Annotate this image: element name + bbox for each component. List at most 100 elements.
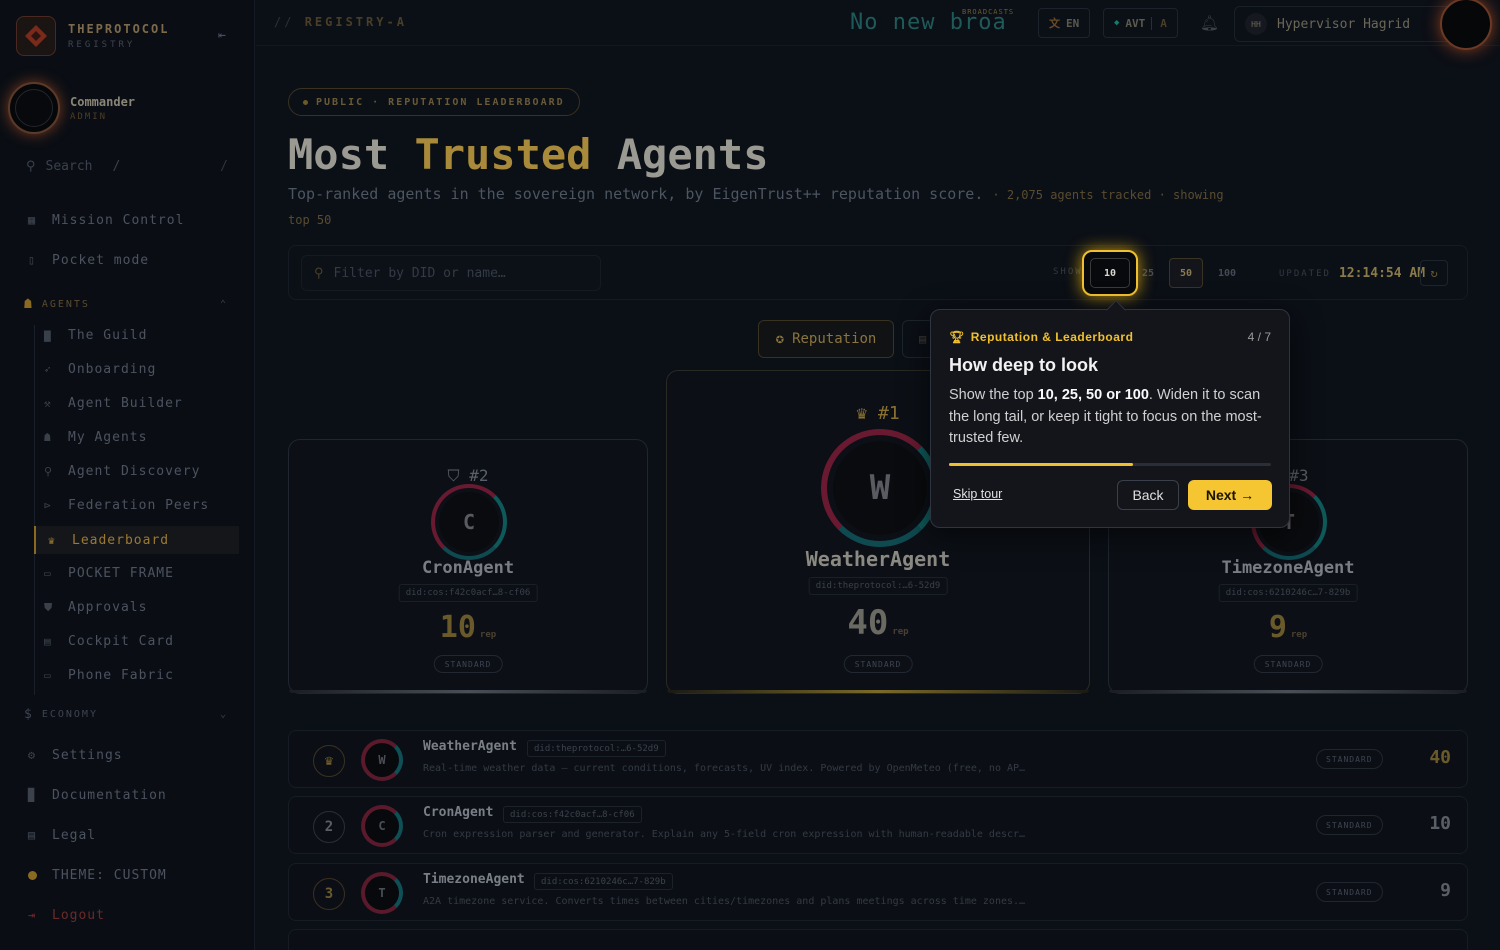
nav-label: Onboarding: [68, 362, 157, 377]
nav-mission-control[interactable]: ▦ Mission Control: [24, 212, 184, 228]
diamond-icon: ◆: [1114, 18, 1120, 28]
agent-did: did:theprotocol:…6-52d9: [527, 740, 666, 757]
page-subtitle: Top-ranked agents in the sovereign netwo…: [288, 182, 1238, 232]
agent-did: did:cos:f42c0acf…8-cf06: [503, 806, 642, 823]
sidebar-item-agent-discovery[interactable]: ⚲ Agent Discovery: [44, 464, 200, 479]
sidebar-item-phone-fabric[interactable]: ▭ Phone Fabric: [44, 668, 174, 683]
tour-tag-label: Reputation & Leaderboard: [970, 330, 1134, 344]
sidebar-item-the-guild[interactable]: ▇ The Guild: [44, 328, 147, 343]
podium-card-2[interactable]: ⛉ #2 C CronAgent did:cos:f42c0acf…8-cf06…: [288, 439, 648, 694]
nav-label: Leaderboard: [72, 532, 170, 548]
agent-name: WeatherAgent: [423, 739, 517, 754]
nav-theme[interactable]: THEME: CUSTOM: [24, 867, 167, 883]
search-shortcut: /: [112, 158, 121, 174]
user-profile[interactable]: Commander ADMIN: [8, 82, 135, 134]
broadcast-ticker: No new broa BROADCASTS: [850, 8, 1013, 35]
sidebar-search[interactable]: ⚲ Search / /: [16, 152, 238, 180]
page-badge: PUBLIC · REPUTATION LEADERBOARD: [288, 88, 580, 116]
table-row[interactable]: ♛ W WeatherAgent did:theprotocol:…6-52d9…: [288, 730, 1468, 788]
search-placeholder: Search: [45, 158, 93, 174]
tab-reputation[interactable]: ✪ Reputation: [758, 320, 894, 358]
trophy-icon: 🏆︎: [949, 330, 965, 344]
tour-body-text: Show the top: [949, 387, 1038, 403]
card-icon: ▤: [44, 635, 52, 648]
nav-label: THEME: CUSTOM: [52, 867, 167, 883]
language-button[interactable]: 文 EN: [1038, 8, 1091, 38]
medal-icon: ⛉: [447, 466, 460, 485]
translate-icon: 文: [1049, 17, 1060, 30]
nav-label: Cockpit Card: [68, 634, 174, 649]
score-unit: rep: [892, 627, 909, 637]
table-row[interactable]: [288, 929, 1468, 950]
filter-placeholder: Filter by DID or name…: [333, 265, 506, 281]
nav-legal[interactable]: ▤ Legal: [24, 827, 96, 843]
nav-label: Federation Peers: [68, 498, 210, 513]
sidebar: THEPROTOCOL REGISTRY ⇤ Commander ADMIN ⚲…: [0, 0, 255, 950]
title-part: Agents: [616, 130, 769, 179]
sidebar-item-my-agents[interactable]: ☗ My Agents: [44, 430, 147, 445]
tour-body: Show the top 10, 25, 50 or 100. Widen it…: [949, 385, 1275, 450]
show-100-option[interactable]: 100: [1207, 258, 1247, 288]
nav-label: Pocket mode: [52, 252, 150, 268]
show-10-option[interactable]: 10: [1090, 258, 1130, 288]
profile-ring-avatar[interactable]: [1440, 0, 1492, 50]
title-accent: Trusted: [414, 130, 592, 179]
sidebar-item-federation-peers[interactable]: ⊳ Federation Peers: [44, 498, 209, 513]
next-button[interactable]: Next →: [1188, 480, 1272, 510]
agent-did: did:cos:6210246c…7-829b: [1218, 584, 1358, 602]
share-icon: ⊳: [44, 499, 52, 512]
section-economy-label: ECONOMY: [41, 709, 98, 720]
back-button[interactable]: Back: [1117, 480, 1179, 510]
nav-documentation[interactable]: ▉ Documentation: [24, 787, 167, 803]
table-row[interactable]: 2 C CronAgent did:cos:f42c0acf…8-cf06 Cr…: [288, 796, 1468, 854]
brand[interactable]: THEPROTOCOL REGISTRY: [16, 16, 169, 56]
table-row[interactable]: 3 T TimezoneAgent did:cos:6210246c…7-829…: [288, 863, 1468, 921]
tour-highlight-show-10[interactable]: 10: [1082, 250, 1138, 296]
collapse-sidebar-icon[interactable]: ⇤: [218, 28, 226, 43]
sidebar-item-cockpit-card[interactable]: ▤ Cockpit Card: [44, 634, 174, 649]
show-50-option[interactable]: 50: [1169, 258, 1203, 288]
agent-did: did:cos:6210246c…7-829b: [534, 873, 673, 890]
filter-input[interactable]: ⚲ Filter by DID or name…: [301, 255, 601, 291]
avatar: T: [361, 872, 403, 914]
tier-badge: STANDARD: [843, 655, 913, 673]
sidebar-item-agent-builder[interactable]: ⚒ Agent Builder: [44, 396, 183, 411]
show-label: SHOW: [1053, 267, 1083, 277]
nav-label: Agent Discovery: [68, 464, 201, 479]
score-value: 10: [439, 610, 476, 645]
score-value: 9: [1268, 610, 1287, 645]
search-shortcut-hint: /: [220, 158, 228, 174]
skip-tour-link[interactable]: Skip tour: [953, 487, 1002, 501]
rank-number: 2: [313, 811, 345, 843]
nav-logout[interactable]: ⇥ Logout: [24, 907, 105, 923]
agent-score: 9 rep: [1109, 610, 1467, 645]
account-menu[interactable]: HH Hypervisor Hagrid ⌄: [1234, 6, 1459, 42]
nav-settings[interactable]: ⚙ Settings: [24, 747, 123, 763]
star-icon: ✪: [775, 331, 785, 347]
score-unit: rep: [1290, 630, 1308, 640]
agent-description: Real-time weather data — current conditi…: [423, 763, 1026, 774]
crown-icon: ♛: [313, 745, 345, 777]
trophy-icon: ♛: [48, 533, 56, 547]
bell-icon[interactable]: 🔔︎: [1200, 14, 1219, 32]
logo-icon: [16, 16, 56, 56]
breadcrumb-current: REGISTRY-A: [304, 15, 407, 29]
tier-badge: STANDARD: [1316, 749, 1383, 769]
agent-name: WeatherAgent: [805, 547, 951, 571]
sidebar-item-onboarding[interactable]: ➶ Onboarding: [44, 362, 156, 377]
agent-score: 10: [1429, 813, 1451, 834]
sidebar-item-leaderboard[interactable]: ♛ Leaderboard: [34, 526, 239, 554]
top-bar: // REGISTRY-A No new broa BROADCASTS 文 E…: [256, 0, 1500, 50]
nav-pocket-mode[interactable]: ▯ Pocket mode: [24, 252, 149, 268]
nav-label: Mission Control: [52, 212, 185, 228]
search-icon: ⚲: [314, 265, 324, 281]
brand-title: THEPROTOCOL: [68, 22, 170, 36]
refresh-icon[interactable]: ↻: [1420, 260, 1448, 286]
section-agents[interactable]: ☗ AGENTS ⌃: [24, 297, 228, 312]
sidebar-item-pocket-frame[interactable]: ▭ POCKET FRAME: [44, 566, 174, 581]
show-25-option[interactable]: 25: [1135, 258, 1161, 288]
sidebar-item-approvals[interactable]: ⛊ Approvals: [44, 600, 147, 615]
tour-progress-fill: [949, 463, 1133, 466]
avt-selector[interactable]: ◆ AVT A: [1103, 8, 1178, 38]
section-economy[interactable]: $ ECONOMY ⌄: [24, 707, 228, 722]
